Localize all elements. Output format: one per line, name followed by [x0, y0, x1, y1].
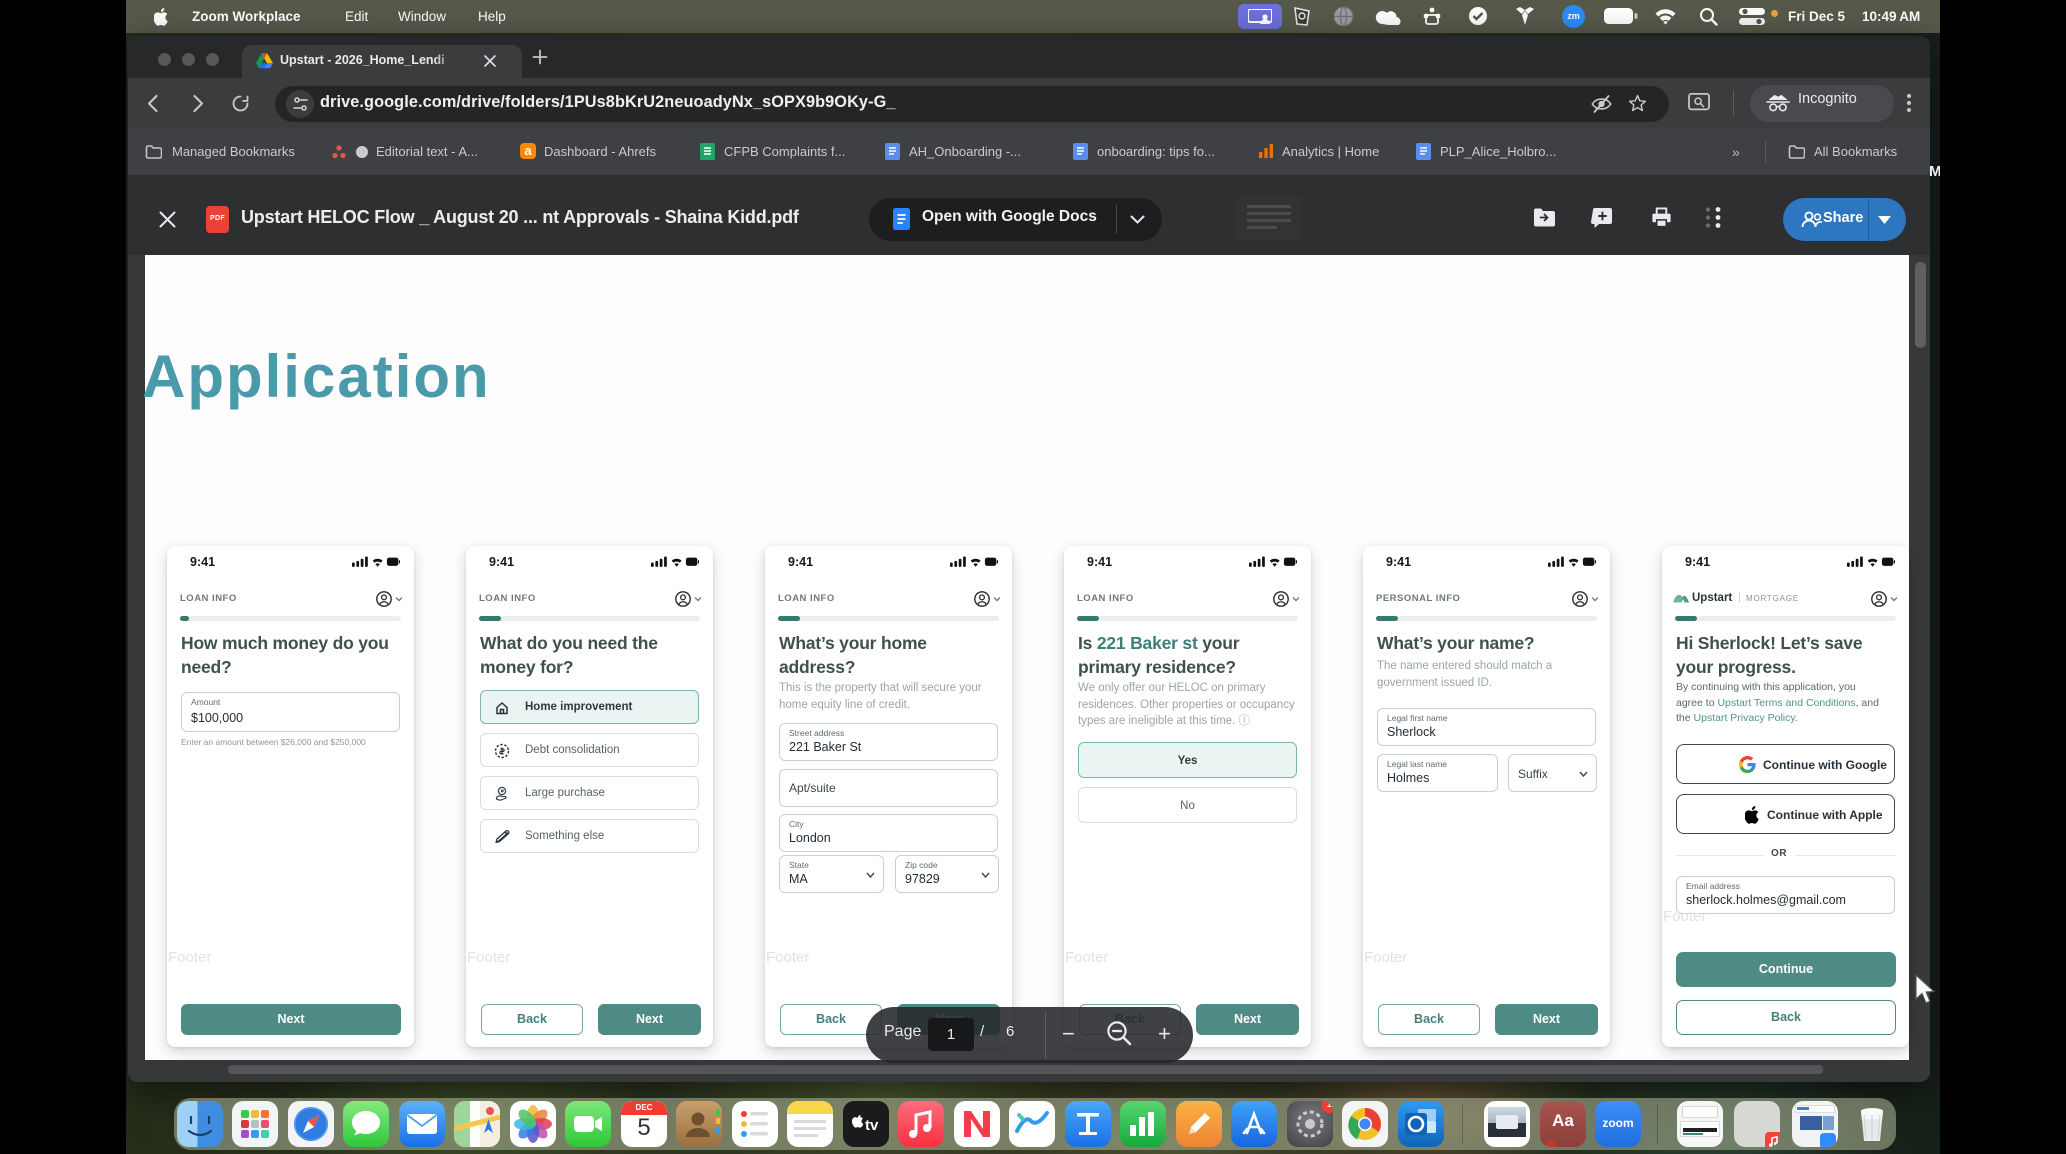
svg-text:tv: tv: [865, 1117, 879, 1134]
